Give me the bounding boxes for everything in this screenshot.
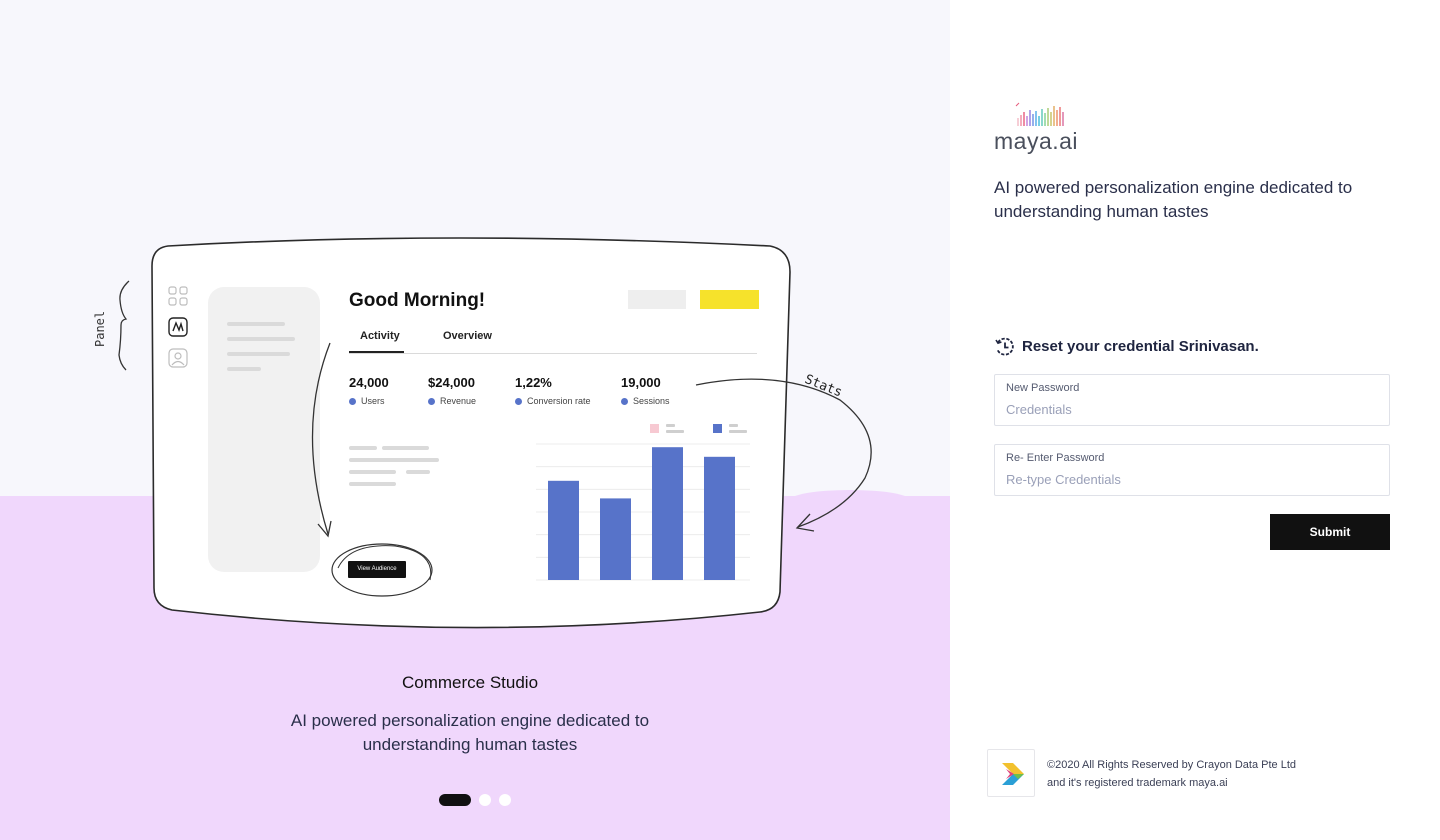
maya-waveform-icon (1015, 102, 1064, 126)
chart-bar-1 (548, 480, 579, 580)
dashboard-mockup: Good Morning! Activity Overview 24,000 U… (150, 232, 792, 638)
showcase-title: Commerce Studio (401, 673, 539, 692)
stat-users: 24,000 Users (349, 375, 389, 406)
reset-heading-text: Reset your credential Srinivasan. (1022, 338, 1259, 355)
mockup-left-panel (208, 287, 320, 572)
chart-plot-area (536, 443, 750, 581)
stat-sessions: 19,000 Sessions (621, 375, 670, 406)
chart-bar-2 (600, 498, 631, 580)
copyright-line-2: and it's registered trademark maya.ai (1047, 777, 1228, 789)
annotation-stats: Stats (802, 372, 845, 401)
copyright-text: ©2020 All Rights Reserved by Crayon Data… (1047, 756, 1296, 792)
mockup-view-audience-button: View Audience (348, 561, 406, 578)
reenter-password-label: Re- Enter Password (1006, 452, 1105, 464)
reenter-password-input[interactable] (1006, 472, 1376, 487)
brand-tagline: AI powered personalization engine dedica… (994, 178, 1353, 221)
crayon-data-logo-icon (1002, 763, 1024, 785)
showcase-panel: Good Morning! Activity Overview 24,000 U… (0, 0, 950, 840)
carousel-dot-2[interactable] (479, 794, 491, 806)
grid-icon (168, 286, 188, 306)
new-password-field[interactable]: New Password (994, 374, 1390, 426)
showcase-description: AI powered personalization engine dedica… (290, 711, 650, 754)
reenter-password-field[interactable]: Re- Enter Password (994, 444, 1390, 496)
mockup-sidebar-icons (168, 286, 188, 379)
stat-revenue: $24,000 Revenue (428, 375, 477, 406)
mockup-tabs: Activity Overview (349, 330, 757, 354)
mockup-tab-overview: Overview (443, 330, 492, 342)
stat-conversion-rate: 1,22% Conversion rate (515, 375, 591, 406)
brand-name: maya.ai (994, 128, 1079, 154)
crayon-data-logo (987, 749, 1035, 797)
maya-logo: maya.ai (994, 100, 1094, 158)
annotation-panel: Panel (93, 310, 107, 347)
mockup-bar-chart (536, 420, 750, 586)
carousel-dot-1[interactable] (439, 794, 471, 806)
chart-bar-3 (652, 447, 683, 580)
copyright-line-1: ©2020 All Rights Reserved by Crayon Data… (1047, 759, 1297, 771)
login-pane: maya.ai AI powered personalization engin… (950, 0, 1440, 840)
new-password-label: New Password (1006, 382, 1080, 394)
mockup-greeting: Good Morning! (349, 290, 486, 311)
user-icon (168, 348, 188, 368)
submit-button[interactable]: Submit (1270, 514, 1390, 550)
new-password-input[interactable] (1006, 402, 1376, 417)
mockup-tab-activity: Activity (349, 330, 404, 353)
mockup-grey-button (628, 290, 686, 309)
activity-icon (168, 317, 188, 337)
mockup-yellow-button (700, 290, 759, 309)
history-clock-icon (995, 337, 1014, 356)
footer: ©2020 All Rights Reserved by Crayon Data… (987, 749, 1407, 797)
chart-bar-4 (704, 456, 735, 580)
carousel-dot-3[interactable] (499, 794, 511, 806)
